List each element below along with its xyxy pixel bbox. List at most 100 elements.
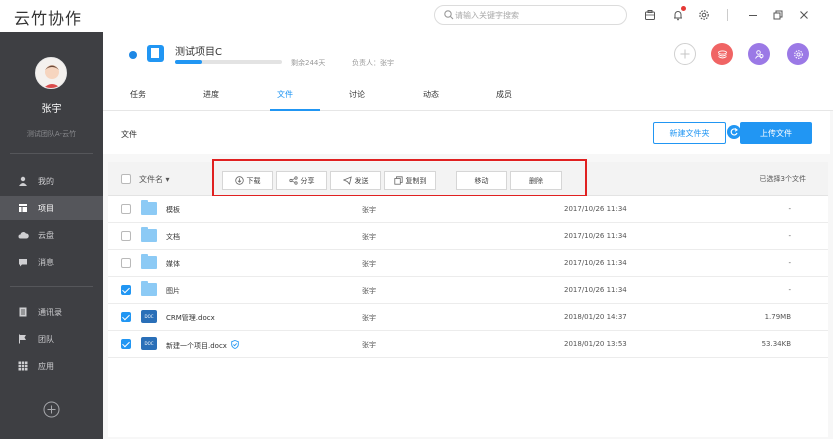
sidebar-item-label: 消息	[38, 257, 54, 267]
file-owner: 张宇	[362, 233, 376, 241]
layers-icon	[717, 49, 727, 58]
row-checkbox[interactable]	[121, 204, 131, 214]
search-box[interactable]: 请输入关键字搜索	[434, 5, 627, 25]
sidebar-item-label: 项目	[38, 203, 54, 213]
team-name[interactable]: 测试团队A-云竹	[0, 129, 103, 139]
breadcrumb[interactable]: 文件	[121, 129, 137, 140]
search-input[interactable]: 请输入关键字搜索	[455, 10, 519, 21]
project-name: 测试项目C	[175, 47, 222, 58]
folder-icon	[141, 281, 157, 296]
table-row[interactable]: DOC 新建一个项目.docx 张宇 2018/01/20 13:53 53.3…	[108, 331, 828, 358]
file-name[interactable]: 图片	[166, 286, 180, 296]
row-checkbox[interactable]	[121, 231, 131, 241]
highlight-box	[212, 159, 587, 197]
refresh-button[interactable]	[727, 125, 741, 139]
notification-dot	[681, 6, 686, 11]
gear-icon	[793, 49, 803, 59]
sidebar-item-team[interactable]: 团队	[0, 327, 103, 351]
file-list-header: 文件名 ▾ 已选择3个文件 下载 分享 发送 复制到 移动 删除	[108, 159, 828, 197]
titlebar-divider	[727, 9, 728, 21]
table-row[interactable]: 图片 张宇 2017/10/26 11:34 -	[108, 277, 828, 304]
file-name[interactable]: 文档	[166, 232, 180, 242]
restore-icon[interactable]	[770, 7, 786, 23]
sidebar-item-cloud[interactable]: 云盘	[0, 223, 103, 247]
add-member-button[interactable]	[674, 43, 696, 65]
file-name[interactable]: CRM管理.docx	[166, 313, 215, 323]
sidebar-item-projects[interactable]: 项目	[0, 196, 103, 220]
upload-file-button[interactable]: 上传文件	[740, 122, 812, 144]
table-row[interactable]: 文档 张宇 2017/10/26 11:34 -	[108, 223, 828, 250]
project-progress-fill	[175, 60, 202, 64]
gear-icon[interactable]	[696, 7, 712, 23]
tab-files[interactable]: 文件	[277, 89, 293, 100]
minimize-icon[interactable]	[745, 7, 761, 23]
tab-activity[interactable]: 动态	[423, 89, 439, 100]
sidebar-item-label: 通讯录	[38, 307, 62, 317]
tab-progress[interactable]: 进度	[203, 89, 219, 100]
cloud-icon	[17, 229, 29, 241]
file-list: 文件名 ▾ 已选择3个文件 下载 分享 发送 复制到 移动 删除 模板 张宇 2…	[108, 159, 828, 437]
sidebar-item-messages[interactable]: 消息	[0, 250, 103, 274]
file-size: -	[788, 286, 791, 294]
tab-members[interactable]: 成员	[496, 89, 512, 100]
folder-icon	[141, 227, 157, 242]
select-all-checkbox[interactable]	[121, 174, 131, 184]
file-owner: 张宇	[362, 260, 376, 268]
user-name: 张宇	[41, 104, 62, 115]
close-icon[interactable]	[796, 7, 812, 23]
file-owner: 张宇	[362, 341, 376, 349]
file-name[interactable]: 新建一个项目.docx	[166, 342, 227, 350]
search-icon	[444, 10, 454, 20]
folder-icon	[141, 254, 157, 269]
sidebar-item-mine[interactable]: 我的	[0, 169, 103, 193]
project-tabs: 任务 进度 文件 讨论 动态 成员	[103, 77, 833, 111]
tab-tasks[interactable]: 任务	[130, 89, 146, 100]
sidebar-item-apps[interactable]: 应用	[0, 354, 103, 378]
sidebar-item-label: 云盘	[38, 230, 54, 240]
file-name[interactable]: 模板	[166, 205, 180, 215]
file-date: 2018/01/20 14:37	[564, 313, 627, 321]
row-checkbox[interactable]	[121, 285, 131, 295]
selected-count: 已选择3个文件	[759, 175, 806, 183]
row-checkbox[interactable]	[121, 258, 131, 268]
column-filename[interactable]: 文件名 ▾	[139, 174, 170, 185]
project-header: 测试项目C 剩余244天 负责人：张宇	[103, 32, 833, 77]
app-title: 云竹协作	[14, 9, 83, 28]
plus-icon	[680, 49, 690, 59]
sidebar-item-label: 我的	[38, 176, 54, 186]
contacts-icon	[17, 306, 29, 318]
sidebar: 张宇 测试团队A-云竹 我的 项目 云盘 消息 通讯录 团队 应用	[0, 32, 103, 439]
avatar[interactable]	[35, 57, 67, 89]
project-owner: 负责人：张宇	[352, 59, 394, 67]
layers-button[interactable]	[711, 43, 733, 65]
members-button[interactable]	[748, 43, 770, 65]
file-size: 53.34KB	[761, 340, 791, 348]
file-size: -	[788, 232, 791, 240]
add-circle-icon[interactable]	[43, 401, 60, 418]
project-progress-bar	[175, 60, 282, 64]
row-checkbox[interactable]	[121, 312, 131, 322]
file-owner: 张宇	[362, 314, 376, 322]
project-icon	[17, 202, 29, 214]
table-row[interactable]: DOC CRM管理.docx 张宇 2018/01/20 14:37 1.79M…	[108, 304, 828, 331]
sidebar-item-label: 团队	[38, 334, 54, 344]
file-date: 2017/10/26 11:34	[564, 205, 627, 213]
table-row[interactable]: 模板 张宇 2017/10/26 11:34 -	[108, 196, 828, 223]
sidebar-item-contacts[interactable]: 通讯录	[0, 300, 103, 324]
user-icon	[17, 175, 29, 187]
briefcase-icon[interactable]	[642, 7, 658, 23]
table-row[interactable]: 媒体 张宇 2017/10/26 11:34 -	[108, 250, 828, 277]
project-remaining: 剩余244天	[291, 59, 326, 67]
file-size: 1.79MB	[764, 313, 791, 321]
new-folder-button[interactable]: 新建文件夹	[653, 122, 726, 144]
shield-icon	[231, 340, 239, 349]
file-name[interactable]: 媒体	[166, 259, 180, 269]
row-checkbox[interactable]	[121, 339, 131, 349]
file-size: -	[788, 205, 791, 213]
tab-discussion[interactable]: 讨论	[349, 89, 365, 100]
refresh-icon	[730, 128, 738, 136]
sidebar-item-label: 应用	[38, 361, 54, 371]
file-name-wrap[interactable]: 新建一个项目.docx	[166, 340, 239, 351]
settings-button[interactable]	[787, 43, 809, 65]
file-date: 2017/10/26 11:34	[564, 259, 627, 267]
